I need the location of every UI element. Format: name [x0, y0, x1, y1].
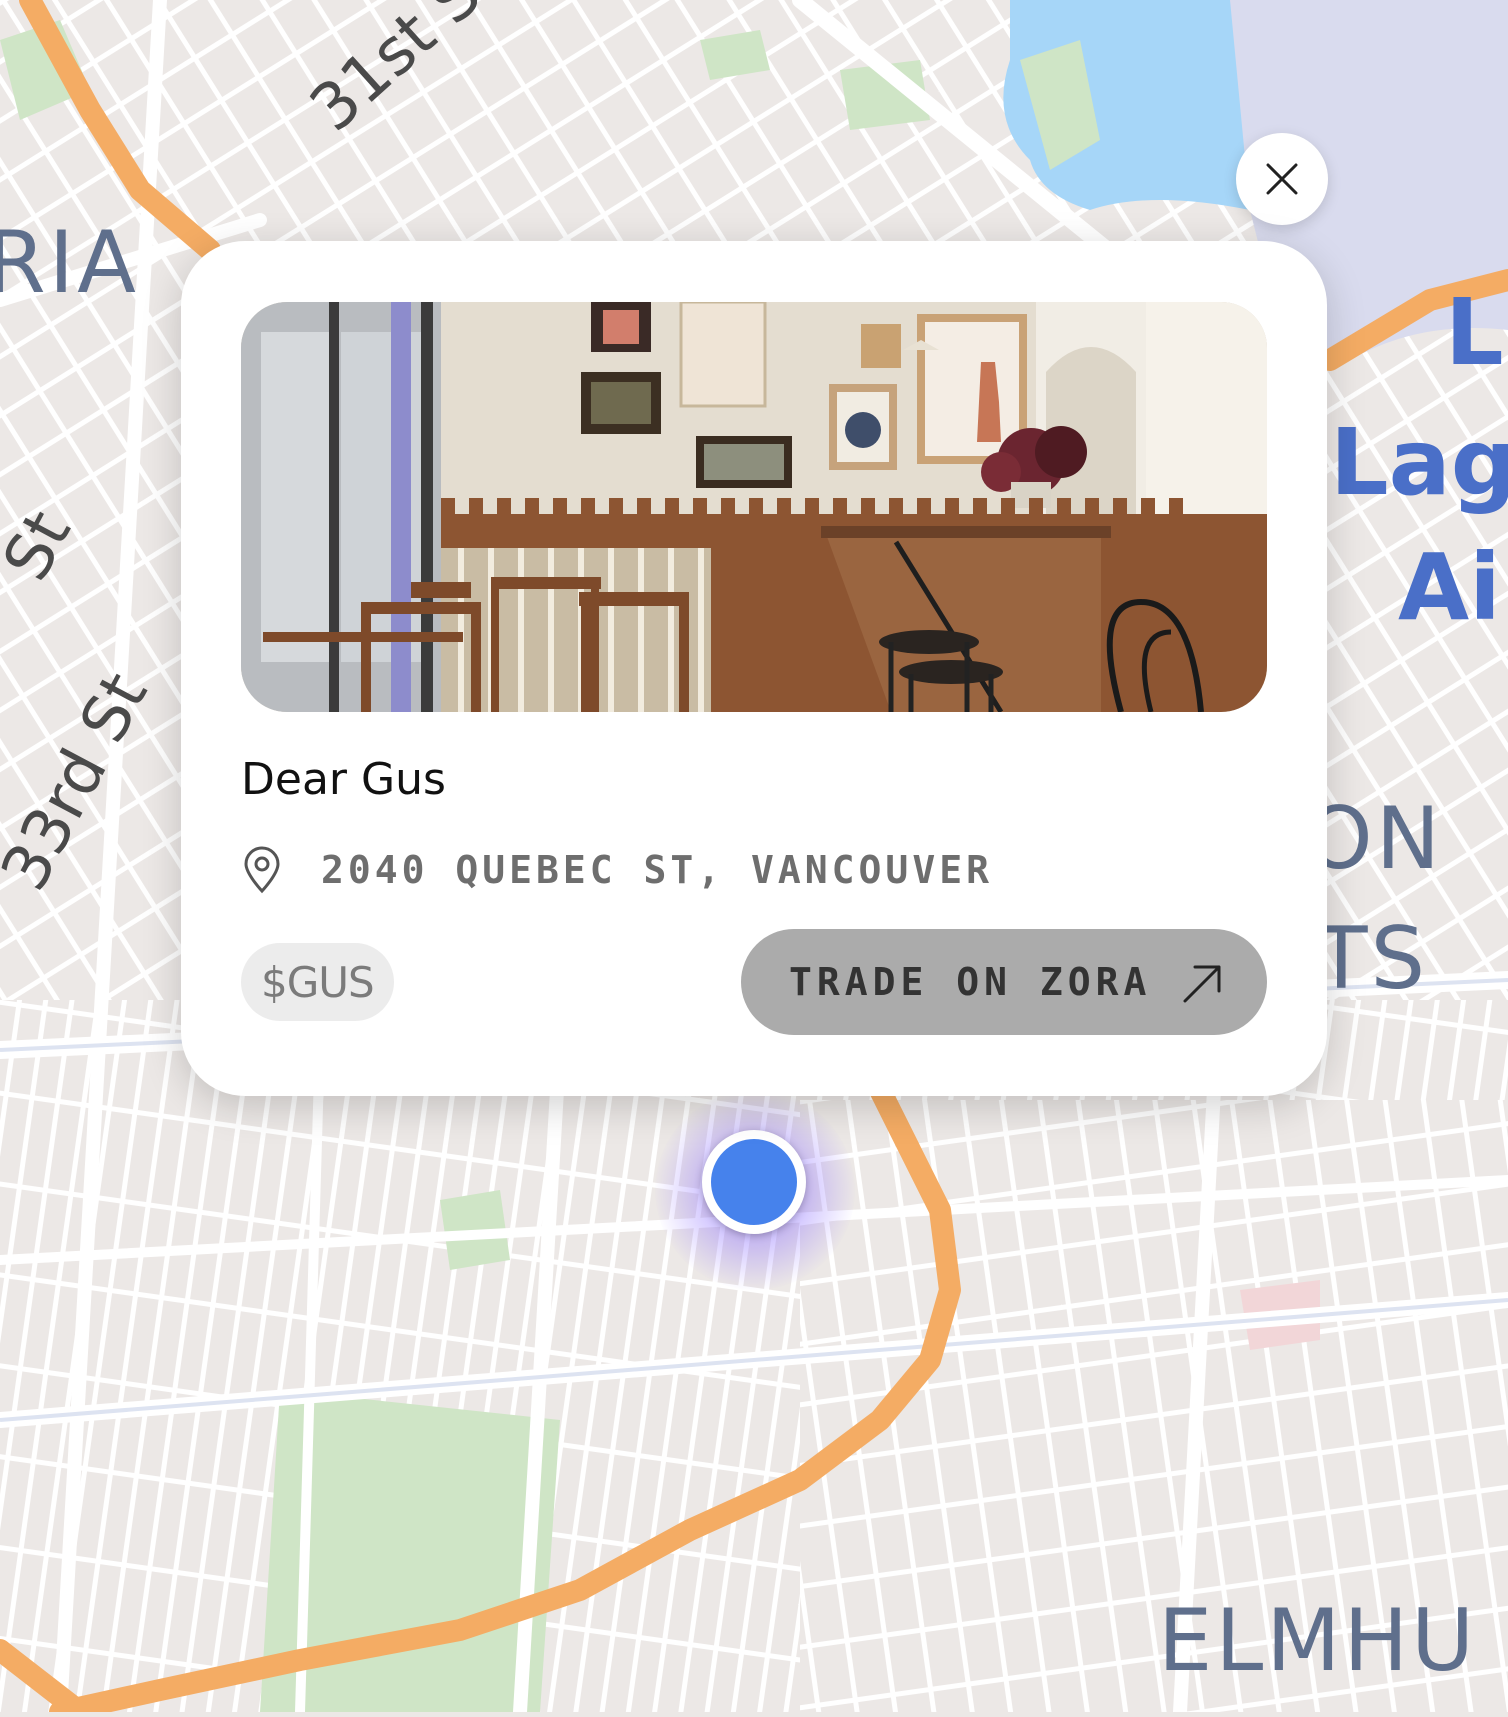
close-icon: [1266, 163, 1298, 195]
airport-label-line1: L: [1445, 279, 1504, 386]
place-card: Dear Gus 2040 QUEBEC ST, VANCOUVER $GUS …: [181, 241, 1327, 1096]
place-name: Dear Gus: [241, 754, 446, 805]
airport-label-line2: Lag: [1330, 409, 1508, 516]
place-photo[interactable]: [241, 302, 1267, 712]
area-label-ria: RIA: [0, 213, 139, 313]
arrow-up-right-icon: [1183, 965, 1221, 1003]
address-row: 2040 QUEBEC ST, VANCOUVER: [241, 846, 993, 894]
trade-on-zora-button[interactable]: TRADE ON ZORA: [741, 929, 1267, 1035]
trade-button-label: TRADE ON ZORA: [789, 960, 1152, 1004]
address-text: 2040 QUEBEC ST, VANCOUVER: [321, 848, 993, 892]
user-location-dot[interactable]: [702, 1130, 806, 1234]
airport-label-line3: Ai: [1398, 534, 1501, 641]
close-button[interactable]: [1236, 133, 1328, 225]
area-label-elmhu: ELMHU: [1158, 1591, 1478, 1691]
token-ticker-badge: $GUS: [241, 943, 394, 1021]
restaurant-interior-image: [241, 302, 1267, 712]
location-pin-icon: [244, 846, 280, 894]
area-label-ts: TS: [1315, 909, 1429, 1009]
